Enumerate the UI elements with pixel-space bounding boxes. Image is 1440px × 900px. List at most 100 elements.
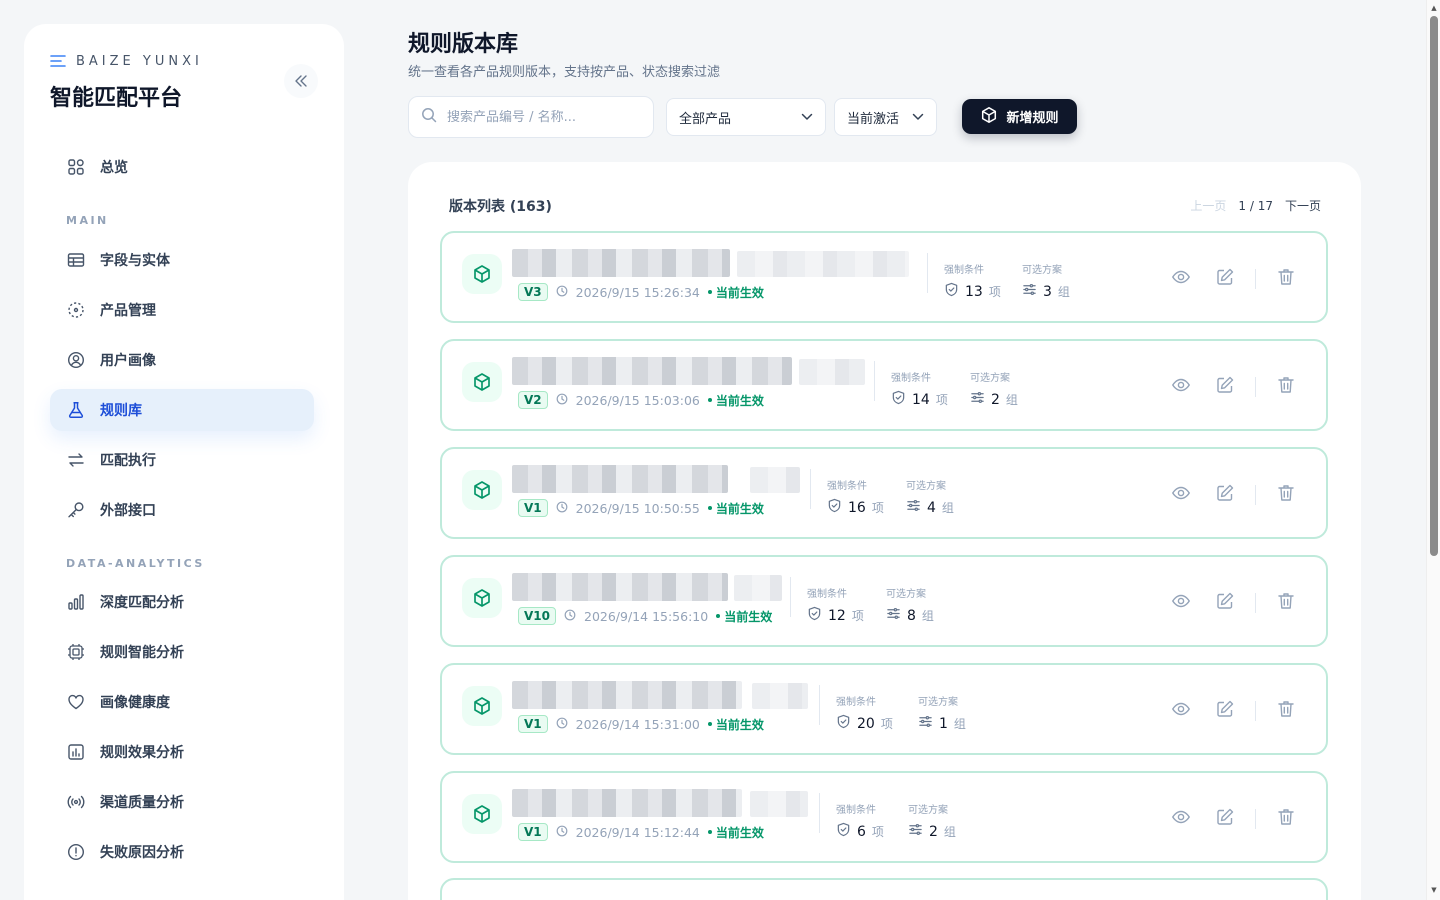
version-card[interactable]: V2 2026/9/15 15:03:06 当前生效 强制条件 14 项 可选方…: [440, 339, 1328, 431]
sidebar-item-label: 画像健康度: [100, 695, 170, 711]
status-label: 当前生效: [715, 393, 764, 408]
flask-icon: [66, 400, 86, 420]
stat-label: 可选方案: [886, 589, 926, 600]
menu-lines-icon: [50, 52, 66, 71]
sidebar-item-user-profile[interactable]: 用户画像: [50, 339, 314, 381]
redacted-product-name: [512, 681, 742, 709]
scroll-down-arrow-icon[interactable]: ▼: [1430, 886, 1438, 894]
optional-count: 1: [939, 715, 948, 732]
sidebar-item-rule-ai-analysis[interactable]: 规则智能分析: [50, 631, 314, 673]
sidebar-item-external-api[interactable]: 外部接口: [50, 489, 314, 531]
eye-icon: [1171, 267, 1191, 291]
signal-icon: [66, 792, 86, 812]
view-button[interactable]: [1169, 267, 1193, 291]
edit-icon: [1215, 699, 1235, 723]
edit-icon: [1215, 483, 1235, 507]
prev-page-button[interactable]: 上一页: [1190, 197, 1226, 214]
sidebar-item-matching[interactable]: 匹配执行: [50, 439, 314, 481]
sidebar-item-rules[interactable]: 规则库: [50, 389, 314, 431]
eye-icon: [1171, 591, 1191, 615]
version-list-panel: 版本列表 (163) 上一页 1 / 17 下一页 V3 2026/9/15 1…: [408, 162, 1361, 900]
version-time: 2026/9/15 15:03:06: [575, 392, 700, 408]
status-filter-value: 当前激活: [847, 111, 900, 127]
version-badge: V3: [518, 283, 548, 301]
sidebar-item-profile-health[interactable]: 画像健康度: [50, 681, 314, 723]
page-scrollbar[interactable]: ▲ ▼: [1426, 0, 1440, 900]
redacted-product-code: [737, 251, 909, 277]
redacted-product-code: [750, 791, 808, 817]
sidebar-item-overview[interactable]: 总览: [50, 146, 314, 188]
status-filter-select[interactable]: 当前激活: [834, 98, 937, 136]
search-input[interactable]: [447, 109, 637, 125]
stat-label: 可选方案: [970, 373, 1010, 384]
edit-button[interactable]: [1213, 483, 1237, 507]
mandatory-unit: 项: [988, 285, 1001, 299]
delete-button[interactable]: [1274, 375, 1298, 399]
redacted-product-name: [512, 789, 742, 817]
scroll-up-arrow-icon[interactable]: ▲: [1430, 4, 1438, 12]
version-card[interactable]: V1 2026/9/14 15:31:00 当前生效 强制条件 20 项 可选方…: [440, 663, 1328, 755]
delete-button[interactable]: [1274, 591, 1298, 615]
shield-check-icon: [807, 606, 822, 625]
version-list-title: 版本列表 (163): [449, 199, 552, 215]
redacted-product-code: [734, 575, 782, 601]
mandatory-unit: 项: [871, 825, 884, 839]
optional-count: 2: [991, 391, 1000, 408]
next-page-button[interactable]: 下一页: [1285, 197, 1321, 214]
brand-title: 智能匹配平台: [50, 86, 183, 111]
delete-button[interactable]: [1274, 483, 1298, 507]
delete-button[interactable]: [1274, 807, 1298, 831]
view-button[interactable]: [1169, 375, 1193, 399]
version-card[interactable]: V1 2026/9/15 10:50:55 当前生效 强制条件 16 项 可选方…: [440, 447, 1328, 539]
view-button[interactable]: [1169, 699, 1193, 723]
version-card[interactable]: V3 2026/9/15 15:26:34 当前生效 强制条件 13 项 可选方…: [440, 231, 1328, 323]
mandatory-count: 20: [857, 715, 875, 732]
edit-button[interactable]: [1213, 267, 1237, 291]
sidebar-item-products[interactable]: 产品管理: [50, 289, 314, 331]
view-button[interactable]: [1169, 807, 1193, 831]
status-label: 当前生效: [715, 717, 764, 732]
card-actions: [1169, 699, 1298, 723]
sidebar-item-rule-effect-analysis[interactable]: 规则效果分析: [50, 731, 314, 773]
clock-icon: [556, 285, 568, 300]
delete-button[interactable]: [1274, 699, 1298, 723]
cube-icon: [462, 686, 502, 726]
version-card[interactable]: V10 2026/9/14 15:56:10 当前生效 强制条件 12 项 可选…: [440, 555, 1328, 647]
version-card-partial[interactable]: [440, 878, 1328, 900]
version-card[interactable]: V1 2026/9/14 15:12:44 当前生效 强制条件 6 项 可选方案…: [440, 771, 1328, 863]
sliders-icon: [1022, 282, 1037, 301]
sidebar-item-failure-analysis[interactable]: 失败原因分析: [50, 831, 314, 873]
view-button[interactable]: [1169, 591, 1193, 615]
edit-button[interactable]: [1213, 807, 1237, 831]
chevron-down-icon: [912, 110, 924, 125]
delete-button[interactable]: [1274, 267, 1298, 291]
status-label: 当前生效: [724, 609, 773, 624]
clock-icon: [556, 717, 568, 732]
sidebar-item-deep-match-analysis[interactable]: 深度匹配分析: [50, 581, 314, 623]
card-divider: [819, 793, 820, 833]
alert-circle-icon: [66, 842, 86, 862]
edit-button[interactable]: [1213, 375, 1237, 399]
sidebar-item-label: 规则库: [100, 403, 142, 419]
card-actions: [1169, 483, 1298, 507]
sidebar-item-label: 字段与实体: [100, 253, 170, 269]
sidebar-item-label: 渠道质量分析: [100, 795, 184, 811]
status-badge: 当前生效: [707, 824, 764, 841]
scrollbar-thumb[interactable]: [1430, 16, 1438, 556]
sidebar-item-label: 产品管理: [100, 303, 156, 319]
stat-label: 强制条件: [807, 589, 847, 600]
status-badge: 当前生效: [707, 500, 764, 517]
stat-label: 可选方案: [906, 481, 946, 492]
version-meta: V1 2026/9/14 15:31:00 当前生效: [518, 715, 764, 733]
product-filter-select[interactable]: 全部产品: [666, 98, 826, 136]
edit-button[interactable]: [1213, 591, 1237, 615]
collapse-sidebar-button[interactable]: [284, 64, 318, 98]
edit-button[interactable]: [1213, 699, 1237, 723]
trash-icon: [1276, 267, 1296, 291]
new-rule-button[interactable]: 新增规则: [962, 99, 1077, 134]
mandatory-unit: 项: [851, 609, 864, 623]
mandatory-unit: 项: [935, 393, 948, 407]
view-button[interactable]: [1169, 483, 1193, 507]
sidebar-item-channel-quality[interactable]: 渠道质量分析: [50, 781, 314, 823]
sidebar-item-fields[interactable]: 字段与实体: [50, 239, 314, 281]
